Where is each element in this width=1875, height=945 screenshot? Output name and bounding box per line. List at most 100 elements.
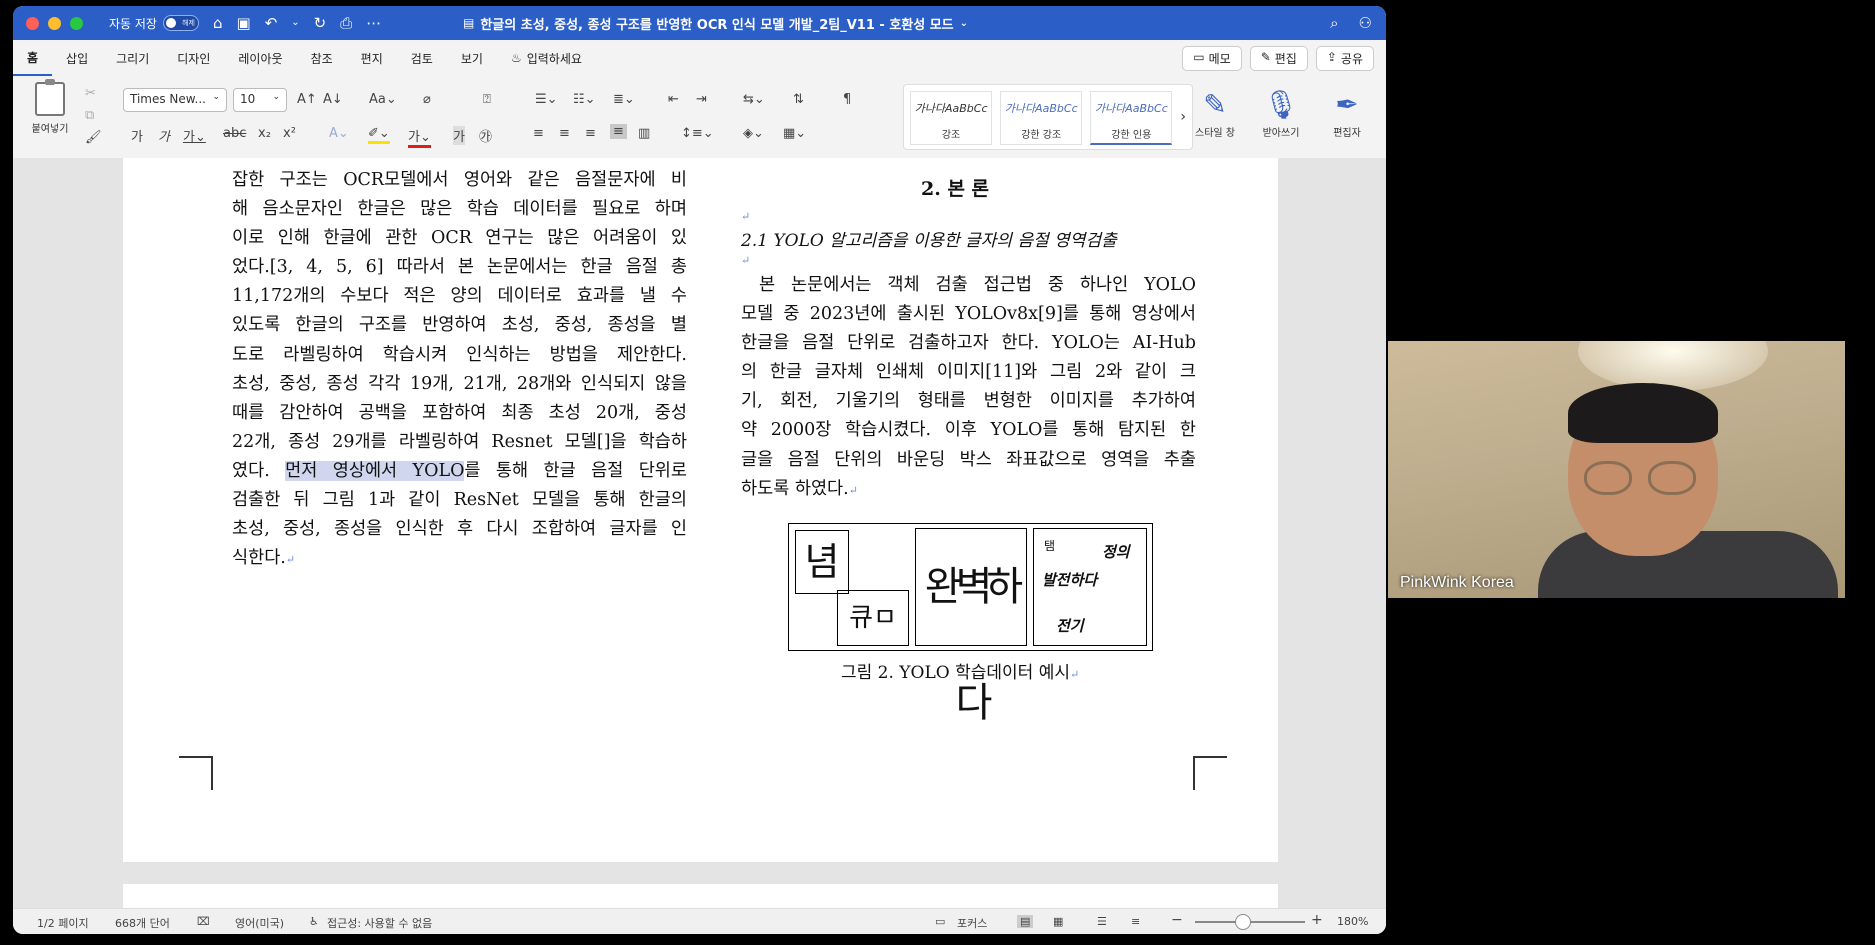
superscript-icon[interactable]: x²	[283, 126, 296, 141]
proofing-icon[interactable]: ⌧	[197, 915, 210, 928]
grow-font-icon[interactable]: A↑	[297, 92, 317, 107]
text-effects-icon[interactable]: A⌄	[329, 126, 349, 141]
numbering-icon[interactable]: ☷⌄	[573, 92, 596, 107]
print-icon[interactable]: ⎙	[340, 14, 352, 32]
bullets-icon[interactable]: ☰⌄	[535, 92, 558, 107]
paragraph-mark-icon: ↵	[741, 210, 751, 223]
highlight-icon[interactable]: ✐⌄	[368, 126, 390, 144]
style-intense-emphasis[interactable]: 가나다AaBbCc 강한 강조	[1000, 91, 1083, 145]
align-center-icon[interactable]: ≡	[559, 126, 570, 141]
style-emphasis[interactable]: 가나다AaBbCc 강조	[910, 91, 993, 145]
chevron-right-icon[interactable]: ›	[1180, 109, 1186, 143]
maximize-window-button[interactable]	[70, 16, 83, 30]
page-count[interactable]: 1/2 페이지	[37, 915, 89, 931]
show-marks-icon[interactable]: ¶	[843, 92, 851, 107]
home-icon[interactable]: ⌂	[213, 14, 223, 32]
borders-icon[interactable]: ▦⌄	[783, 126, 806, 141]
figure-yolo-training-data[interactable]: 념 큐ㅁ 완벽하다 탬 정의 발전하다 전기	[788, 523, 1153, 726]
italic-icon[interactable]: 가	[158, 126, 170, 145]
multilevel-list-icon[interactable]: ≣⌄	[613, 92, 635, 107]
bold-icon[interactable]: 가	[131, 126, 143, 145]
outline-view-icon[interactable]: ☰	[1097, 915, 1107, 928]
clear-format-icon[interactable]: ⌀	[423, 92, 431, 107]
decrease-indent-icon[interactable]: ⇤	[668, 92, 679, 107]
ribbon-actions: ▭ 메모 ✎ 편집 ⇪ 공유	[1182, 46, 1374, 71]
focus-icon[interactable]: ▭	[935, 915, 945, 928]
shading-icon[interactable]: ◈⌄	[743, 126, 764, 141]
zoom-level[interactable]: 180%	[1337, 915, 1368, 928]
draft-view-icon[interactable]: ≡	[1131, 915, 1140, 928]
font-size-select[interactable]: 10 ⌄	[233, 88, 287, 112]
character-shading-icon[interactable]: 가	[453, 126, 465, 145]
undo-icon[interactable]: ↶	[265, 14, 278, 32]
print-layout-icon[interactable]: ▤	[1017, 915, 1034, 928]
dictate-button[interactable]: 🎙 받아쓰기	[1253, 88, 1309, 139]
share-icon: ⇪	[1326, 50, 1337, 64]
accessibility-icon[interactable]: ♿	[309, 915, 319, 928]
align-left-icon[interactable]: ≡	[533, 126, 544, 141]
language-status[interactable]: 영어(미국)	[235, 915, 284, 931]
focus-mode[interactable]: 포커스	[957, 915, 987, 931]
font-color-icon[interactable]: 가⌄	[408, 126, 431, 148]
format-painter-icon[interactable]: 🖌	[85, 130, 102, 145]
align-right-icon[interactable]: ≡	[585, 126, 596, 141]
paste-button[interactable]: 붙여넣기	[25, 79, 75, 135]
phonetic-guide-icon[interactable]: ⍰	[483, 92, 491, 107]
zoom-slider-thumb[interactable]	[1235, 914, 1251, 930]
increase-indent-icon[interactable]: ⇥	[696, 92, 707, 107]
document-title[interactable]: ▤ 한글의 초성, 중성, 종성 구조를 반영한 OCR 인식 모델 개발_2팀…	[463, 6, 968, 40]
editor-button[interactable]: ✒ 편집자	[1319, 88, 1375, 139]
tell-me-search[interactable]: ♨ 입력하세요	[497, 40, 596, 76]
chevron-down-icon[interactable]: ⌄	[291, 17, 299, 32]
tab-home[interactable]: 홈	[13, 40, 53, 76]
font-name-select[interactable]: Times New... ⌄	[123, 88, 227, 112]
redo-icon[interactable]: ↻	[314, 14, 327, 32]
underline-icon[interactable]: 가⌄	[183, 126, 206, 145]
copy-icon[interactable]: ⧉	[85, 108, 94, 123]
enclose-character-icon[interactable]: ㉮	[479, 126, 492, 145]
sort-icon[interactable]: ⇅	[793, 92, 804, 107]
styles-pane-button[interactable]: ✎ 스타일 창	[1187, 88, 1243, 139]
strikethrough-icon[interactable]: abc	[223, 126, 246, 141]
edit-button[interactable]: ✎ 편집	[1249, 46, 1308, 71]
style-intense-quote[interactable]: 가나다AaBbCc 강한 인용	[1090, 91, 1173, 145]
tab-draw[interactable]: 그리기	[102, 40, 163, 76]
tab-layout[interactable]: 레이아웃	[224, 40, 296, 76]
document-area[interactable]: 잡한 구조는 OCR모델에서 영어와 같은 음절문자에 비 해 음소문자인 한글…	[13, 158, 1386, 914]
accessibility-status[interactable]: 접근성: 사용할 수 없음	[327, 915, 432, 931]
text-line: 때를 감안하여 공백을 포함하여 최종 초성 20개, 중성	[232, 402, 687, 423]
change-case-icon[interactable]: Aa⌄	[369, 92, 397, 107]
line-spacing-icon[interactable]: ↕≡⌄	[681, 126, 714, 141]
justify-icon[interactable]: ≡	[610, 124, 627, 139]
tab-review[interactable]: 검토	[397, 40, 447, 76]
close-window-button[interactable]	[26, 16, 39, 30]
minimize-window-button[interactable]	[48, 16, 61, 30]
memo-button[interactable]: ▭ 메모	[1182, 46, 1242, 71]
left-column-text: 잡한 구조는 OCR모델에서 영어와 같은 음절문자에 비 해 음소문자인 한글…	[232, 166, 687, 574]
document-page[interactable]: 잡한 구조는 OCR모델에서 영어와 같은 음절문자에 비 해 음소문자인 한글…	[123, 158, 1278, 862]
subscript-icon[interactable]: x₂	[258, 126, 271, 141]
share-button[interactable]: ⇪ 공유	[1315, 46, 1374, 71]
account-icon[interactable]: ⚇	[1359, 14, 1372, 32]
word-count[interactable]: 668개 단어	[115, 915, 170, 931]
tab-mailings[interactable]: 편지	[347, 40, 397, 76]
distributed-icon[interactable]: ▥	[638, 126, 650, 141]
tab-view[interactable]: 보기	[447, 40, 497, 76]
tab-insert[interactable]: 삽입	[52, 40, 102, 76]
zoom-out-button[interactable]: −	[1171, 912, 1183, 928]
cut-icon[interactable]: ✂	[85, 86, 96, 101]
text-line-highlighted: 였다. 먼저 영상에서 YOLO를 통해 한글 음절 단위로	[232, 457, 687, 486]
selected-text[interactable]: 먼저 영상에서 YOLO	[285, 460, 465, 481]
tab-references[interactable]: 참조	[297, 40, 347, 76]
paragraph-mark-icon: ↵	[1069, 668, 1080, 681]
save-icon[interactable]: ▣	[237, 14, 251, 32]
search-icon[interactable]: ⌕	[1330, 14, 1338, 32]
shrink-font-icon[interactable]: A↓	[323, 92, 343, 107]
web-layout-icon[interactable]: ▦	[1053, 915, 1063, 928]
tab-design[interactable]: 디자인	[163, 40, 224, 76]
autosave-toggle[interactable]: 해제	[162, 15, 199, 31]
autosave-toggle-text: 해제	[182, 19, 195, 27]
text-direction-icon[interactable]: ⇆⌄	[743, 92, 765, 107]
more-icon[interactable]: ⋯	[366, 14, 381, 32]
zoom-in-button[interactable]: +	[1311, 912, 1323, 928]
